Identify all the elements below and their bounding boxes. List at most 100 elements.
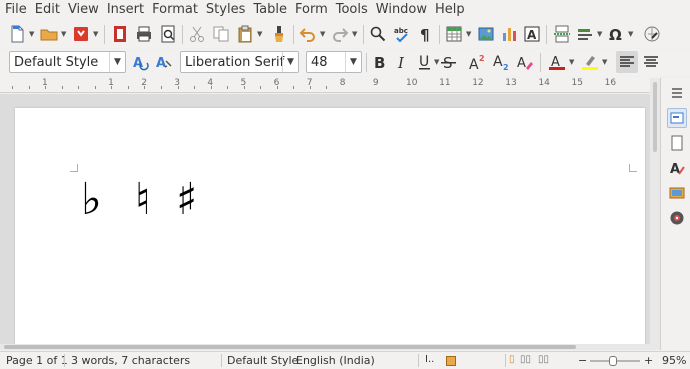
hyperlink-icon[interactable] <box>641 23 663 45</box>
ruler-label: 2 <box>141 78 147 88</box>
horizontal-ruler[interactable]: 1 1 2 3 4 5 6 7 8 9 10 11 12 13 14 15 16 <box>0 77 660 93</box>
chevron-down-icon[interactable]: ▼ <box>345 52 361 72</box>
clear-formatting-icon[interactable]: A <box>514 51 536 73</box>
chevron-down-icon[interactable]: ▼ <box>109 52 125 72</box>
paragraph-style-combo[interactable]: Default Style ▼ <box>9 51 126 73</box>
undo-icon[interactable] <box>297 23 319 45</box>
menu-tools[interactable]: Tools <box>332 0 372 20</box>
menu-window[interactable]: Window <box>372 0 431 20</box>
chevron-down-icon[interactable]: ▼ <box>282 52 298 72</box>
insert-page-break-icon[interactable] <box>551 23 573 45</box>
insert-field-icon[interactable] <box>574 23 596 45</box>
page-count[interactable]: Page 1 of 1 <box>6 354 68 367</box>
horizontal-scroll-thumb[interactable] <box>4 345 576 349</box>
highlight-dropdown-arrow[interactable]: ▼ <box>602 58 610 66</box>
ruler-tick <box>127 86 129 89</box>
field-dropdown-arrow[interactable]: ▼ <box>597 30 605 38</box>
undo-dropdown-arrow[interactable]: ▼ <box>320 30 328 38</box>
book-view-icon[interactable]: ▯▯ <box>538 354 549 365</box>
single-page-view-icon[interactable]: ▯ <box>509 354 515 365</box>
table-dropdown-arrow[interactable]: ▼ <box>466 30 474 38</box>
page-style[interactable]: Default Style <box>227 354 298 367</box>
underline-icon[interactable]: U <box>414 51 436 73</box>
ruler-label: 14 <box>538 78 550 88</box>
menu-file[interactable]: File <box>0 0 31 20</box>
page-icon[interactable] <box>667 133 687 153</box>
find-replace-icon[interactable] <box>367 23 389 45</box>
superscript-icon[interactable]: A2 <box>466 51 488 73</box>
navigator-icon[interactable] <box>667 208 687 228</box>
svg-text:¶: ¶ <box>420 26 430 43</box>
language[interactable]: English (India) <box>296 354 375 367</box>
zoom-out-icon[interactable]: − <box>578 354 587 367</box>
styles-icon[interactable]: A <box>667 158 687 178</box>
strikethrough-icon[interactable]: S <box>438 51 460 73</box>
new-document-icon[interactable] <box>6 23 28 45</box>
font-name-combo[interactable]: Liberation Serif ▼ <box>180 51 299 73</box>
copy-icon[interactable] <box>210 23 232 45</box>
vertical-scroll-thumb[interactable] <box>653 82 657 152</box>
special-character-icon[interactable]: Ω <box>605 23 627 45</box>
insert-image-icon[interactable] <box>475 23 497 45</box>
svg-text:Ω: Ω <box>609 26 622 43</box>
properties-icon[interactable] <box>667 108 687 128</box>
horizontal-scrollbar[interactable] <box>0 344 660 350</box>
new-dropdown-arrow[interactable]: ▼ <box>29 30 37 38</box>
subscript-icon[interactable]: A2 <box>490 51 512 73</box>
highlight-color-icon[interactable] <box>579 51 601 73</box>
cut-icon[interactable] <box>186 23 208 45</box>
menu-styles[interactable]: Styles <box>202 0 249 20</box>
paste-dropdown-arrow[interactable]: ▼ <box>257 30 265 38</box>
redo-icon[interactable] <box>329 23 351 45</box>
vertical-scrollbar[interactable] <box>650 78 660 344</box>
menu-form[interactable]: Form <box>291 0 332 20</box>
open-folder-icon[interactable] <box>38 23 60 45</box>
zoom-in-icon[interactable]: + <box>644 354 653 367</box>
ruler-tick <box>161 86 162 89</box>
menu-help[interactable]: Help <box>431 0 469 20</box>
save-icon[interactable] <box>70 23 92 45</box>
font-color-dropdown-arrow[interactable]: ▼ <box>569 58 577 66</box>
menu-format[interactable]: Format <box>148 0 202 20</box>
svg-text:A: A <box>527 28 537 42</box>
paste-icon[interactable] <box>234 23 256 45</box>
word-count[interactable]: 3 words, 7 characters <box>71 354 190 367</box>
italic-icon[interactable]: I <box>391 51 413 73</box>
print-icon[interactable] <box>133 23 155 45</box>
clone-formatting-icon[interactable] <box>268 23 290 45</box>
spelling-icon[interactable]: abc <box>391 23 413 45</box>
redo-dropdown-arrow[interactable]: ▼ <box>352 30 360 38</box>
formatting-marks-icon[interactable]: ¶ <box>415 23 437 45</box>
multi-page-view-icon[interactable]: ▯▯ <box>520 354 531 365</box>
new-style-icon[interactable]: A <box>153 51 175 73</box>
open-dropdown-arrow[interactable]: ▼ <box>61 30 69 38</box>
margin-corner-mark <box>629 164 637 172</box>
print-preview-icon[interactable] <box>157 23 179 45</box>
font-color-icon[interactable]: A <box>546 51 568 73</box>
update-style-icon[interactable]: A <box>130 51 152 73</box>
ruler-label: 15 <box>571 78 583 88</box>
insert-table-icon[interactable] <box>443 23 465 45</box>
ruler-tick <box>61 86 63 89</box>
ruler-tick <box>194 86 196 89</box>
align-center-icon[interactable] <box>640 51 662 73</box>
menu-view[interactable]: View <box>64 0 103 20</box>
menu-table[interactable]: Table <box>249 0 291 20</box>
sidebar-menu-icon[interactable] <box>667 83 687 103</box>
font-size-combo[interactable]: 48 ▼ <box>306 51 362 73</box>
zoom-slider-knob[interactable] <box>608 356 617 366</box>
insert-textbox-icon[interactable]: A <box>521 23 543 45</box>
insert-chart-icon[interactable] <box>499 23 521 45</box>
align-left-icon[interactable] <box>616 51 638 73</box>
bold-icon[interactable]: B <box>368 51 390 73</box>
zoom-level[interactable]: 95% <box>662 354 686 367</box>
document-modified-icon[interactable] <box>446 356 456 366</box>
save-dropdown-arrow[interactable]: ▼ <box>93 30 101 38</box>
page[interactable]: ♭ ♮ ♯ <box>15 108 645 344</box>
export-pdf-icon[interactable] <box>109 23 131 45</box>
menu-insert[interactable]: Insert <box>103 0 148 20</box>
special-character-dropdown-arrow[interactable]: ▼ <box>628 30 636 38</box>
menu-edit[interactable]: Edit <box>31 0 64 20</box>
insert-mode-icon[interactable]: I.. <box>425 354 434 365</box>
gallery-icon[interactable] <box>667 183 687 203</box>
